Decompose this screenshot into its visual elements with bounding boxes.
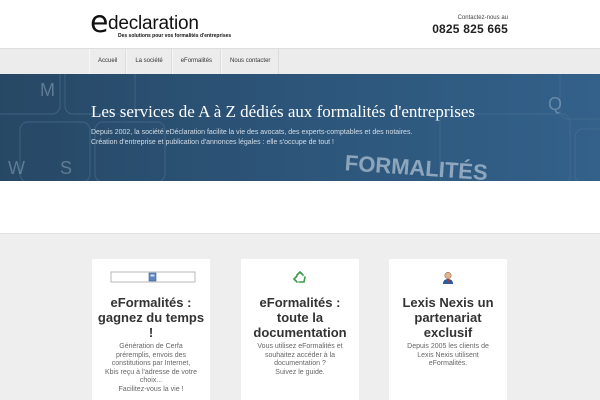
recycle-icon bbox=[241, 270, 359, 285]
contact-label: Contactez-nous au bbox=[457, 15, 508, 21]
logo-e-letter: e bbox=[90, 5, 109, 40]
key-letter-w: W bbox=[8, 158, 25, 178]
key-letter-q: Q bbox=[548, 94, 562, 114]
card-text-line: Suivez le guide. bbox=[275, 368, 325, 376]
logo-wordmark: declaration bbox=[108, 13, 199, 34]
card-text-line: eFormalités. bbox=[428, 360, 468, 367]
hero-subtitle-line-1: Depuis 2002, la société eDéclaration fac… bbox=[91, 129, 413, 136]
card-text-line: Lexis Nexis utilisent bbox=[417, 351, 479, 359]
nav-item-eformalites[interactable]: eFormalités bbox=[171, 49, 222, 74]
logo-tagline: Des solutions pour vos formalités d'entr… bbox=[118, 33, 232, 39]
card-text-line: souhaitez accéder à la bbox=[264, 351, 336, 359]
contact-phone[interactable]: 0825 825 665 bbox=[432, 22, 508, 36]
card-text-line: Depuis 2005 les clients de bbox=[407, 343, 489, 350]
hero-title: Les services de A à Z dédiés aux formali… bbox=[91, 102, 476, 121]
card-text-line: Facilitez-vous la vie ! bbox=[118, 385, 184, 393]
site-header: e declaration Des solutions pour vos for… bbox=[0, 0, 600, 48]
card-title[interactable]: eFormalités : toute la documentation bbox=[245, 295, 355, 340]
main-nav: Accueil La société eFormalités Nous cont… bbox=[0, 48, 600, 74]
card-text: Génération de Cerfa préremplis, envois d… bbox=[100, 343, 202, 394]
card-text-line: constitutions par Internet, bbox=[111, 360, 191, 367]
card-text-line: documentation ? bbox=[274, 360, 326, 367]
formalites-key-text: FORMALITÉS bbox=[344, 150, 488, 181]
nav-item-accueil[interactable]: Accueil bbox=[89, 49, 127, 74]
hero-subtitle-line-2: Création d'entreprise et publication d'a… bbox=[91, 139, 334, 146]
feature-card-documentation: eFormalités : toute la documentation Vou… bbox=[241, 259, 359, 400]
key-letter-m: M bbox=[40, 80, 55, 100]
card-text: Vous utilisez eFormalités et souhaitez a… bbox=[249, 343, 351, 377]
feature-card-eformalites: eFormalités : gagnez du temps ! Générati… bbox=[92, 259, 210, 400]
hero-subtitle: Depuis 2002, la société eDéclaration fac… bbox=[91, 128, 412, 148]
card-text-line: préremplis, envois des bbox=[115, 351, 187, 359]
contact-block: Contactez-nous au 0825 825 665 bbox=[432, 15, 508, 36]
person-icon bbox=[389, 271, 507, 285]
white-band bbox=[0, 181, 600, 233]
hero-banner: M Q S W FORMALITÉS Les services de A à Z… bbox=[0, 74, 600, 181]
card-title[interactable]: eFormalités : gagnez du temps ! bbox=[96, 295, 206, 340]
card-text-line: Vous utilisez eFormalités et bbox=[257, 343, 343, 350]
key-letter-s: S bbox=[60, 158, 72, 178]
card-text-line: choix... bbox=[139, 377, 163, 384]
card-text-line: Génération de Cerfa bbox=[119, 343, 183, 350]
card-title[interactable]: Lexis Nexis un partenariat exclusif bbox=[393, 295, 503, 340]
card-text: Depuis 2005 les clients de Lexis Nexis u… bbox=[397, 343, 499, 369]
feature-card-lexis-nexis: Lexis Nexis un partenariat exclusif Depu… bbox=[389, 259, 507, 400]
card-text-line: Kbis reçu à l'adresse de votre bbox=[105, 368, 197, 376]
broken-image-icon bbox=[92, 271, 210, 285]
nav-item-contact[interactable]: Nous contacter bbox=[221, 49, 280, 74]
edeclaration-logo[interactable]: e declaration Des solutions pour vos for… bbox=[90, 5, 231, 42]
nav-item-societe[interactable]: La société bbox=[126, 49, 172, 74]
